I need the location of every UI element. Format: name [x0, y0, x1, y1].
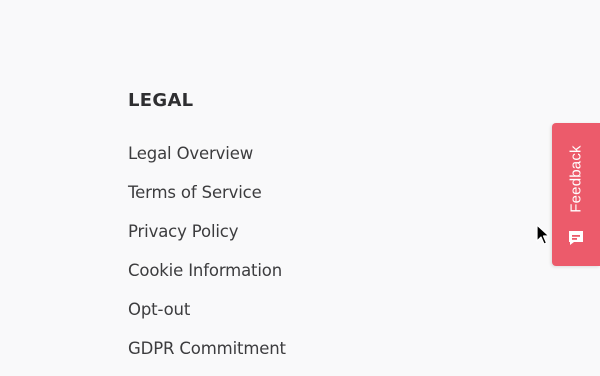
legal-link-list: Legal Overview Terms of Service Privacy …	[128, 142, 286, 376]
list-item: Cookie Information	[128, 259, 286, 298]
list-item: Terms of Service	[128, 181, 286, 220]
feedback-label: Feedback	[567, 145, 585, 213]
list-item: Privacy Policy	[128, 220, 286, 259]
legal-section-title: LEGAL	[128, 90, 194, 111]
feedback-tab-button[interactable]: Feedback	[552, 123, 600, 266]
privacy-policy-link[interactable]: Privacy Policy	[128, 222, 239, 241]
list-item: Opt-out	[128, 298, 286, 337]
cookie-information-link[interactable]: Cookie Information	[128, 261, 282, 280]
list-item: Legal Overview	[128, 142, 286, 181]
gdpr-commitment-link[interactable]: GDPR Commitment	[128, 339, 286, 358]
mouse-pointer-icon	[536, 224, 550, 245]
legal-footer-section: LEGAL Legal Overview Terms of Service Pr…	[128, 88, 286, 358]
opt-out-link[interactable]: Opt-out	[128, 300, 190, 319]
legal-overview-link[interactable]: Legal Overview	[128, 144, 253, 163]
list-item: GDPR Commitment	[128, 337, 286, 376]
chat-bubble-icon	[569, 231, 583, 245]
terms-of-service-link[interactable]: Terms of Service	[128, 183, 262, 202]
